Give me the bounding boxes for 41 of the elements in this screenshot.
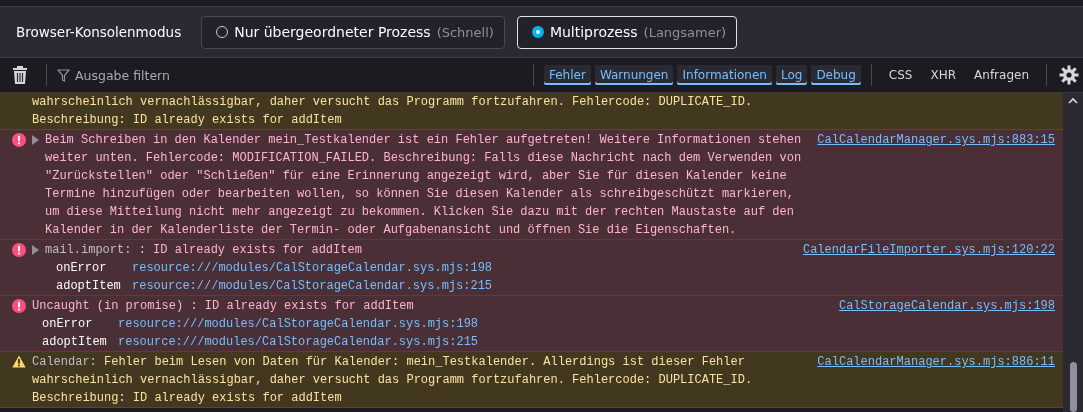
message-text: Uncaught (in promise) : ID already exists for addItem bbox=[32, 298, 415, 315]
trash-icon[interactable] bbox=[12, 65, 28, 85]
function-name: onError bbox=[42, 316, 94, 333]
level-filter-button[interactable]: Informationen bbox=[677, 65, 772, 85]
message-text: mail.import: : ID already exists for addItem bbox=[45, 242, 363, 259]
scrollbar[interactable] bbox=[1063, 93, 1083, 412]
error-icon bbox=[12, 133, 26, 147]
filter-icon bbox=[57, 68, 70, 82]
expand-arrow-icon[interactable] bbox=[32, 135, 39, 145]
mode-label: Browser-Konsolenmodus bbox=[16, 24, 182, 40]
filter-field[interactable]: Ausgabe filtern bbox=[75, 67, 295, 83]
level-filter-button[interactable]: Debug bbox=[811, 65, 861, 85]
scroll-up-icon[interactable] bbox=[1068, 97, 1078, 104]
function-name: onError bbox=[56, 260, 108, 277]
message-text: Calendar: Fehler beim Lesen von Daten für Kalender: mein_Testkalender. Allerdings ist dieser Fehler wahrscheinlich vernachlässigbar, daher versucht das Programm fortzufahren. Fehlercode: DUPLICATE_ID. Beschreibung: ID already exists for addItem bbox=[32, 354, 754, 407]
category-filter-button[interactable]: XHR bbox=[923, 65, 964, 85]
source-link[interactable]: CalStorageCalendar.sys.mjs:198 bbox=[834, 297, 1055, 315]
category-filter-button[interactable]: Anfragen bbox=[967, 65, 1036, 85]
settings-icon[interactable] bbox=[1059, 65, 1079, 85]
source-link[interactable]: CalCalendarManager.sys.mjs:886:11 bbox=[813, 353, 1055, 371]
expand-arrow-icon[interactable] bbox=[32, 245, 39, 255]
category-filter-button[interactable]: CSS bbox=[881, 65, 920, 85]
message-text: Beim Schreiben in den Kalender mein_Testkalender ist ein Fehler aufgetreten! Weitere Informationen stehen weiter unten. Fehlercode: MODIFICATION_FAILED. Beschreibung: Falls diese Nachricht nach dem Verwenden von "Zurückstellen" oder "Schließen" für eine Erinnerung angezeigt wird, aber Sie für diesen Kalender keine Termine hinzufügen oder bearbeiten wollen, so können Sie diesen Kalender als schreibgeschützt markieren, um diese Mitteilung nicht mehr angezeigt zu bekommen. Klicken Sie dazu mit der rechten Maustaste auf den Kalender in der Kalenderliste der Termin- oder Aufgabenansicht und öffnen Sie die Eigenschaften. bbox=[45, 132, 803, 239]
level-filter-button[interactable]: Log bbox=[775, 65, 808, 85]
message-text: wahrscheinlich vernachlässigbar, daher versucht das Programm fortzufahren. Fehlercode: DUPLICATE_ID. Beschreibung: ID already exists for addItem bbox=[32, 94, 754, 129]
mode-option[interactable]: Multiprozess (Langsamer) bbox=[516, 15, 738, 49]
stack-frame-link[interactable]: resource:///modules/CalStorageCalendar.sys.mjs:215 bbox=[118, 333, 479, 351]
function-name: adoptItem bbox=[56, 278, 120, 295]
mode-option[interactable]: Nur übergeordneter Prozess (Schnell) bbox=[201, 15, 505, 49]
source-link[interactable]: CalendarFileImporter.sys.mjs:120:22 bbox=[798, 241, 1055, 259]
warning-icon bbox=[12, 355, 26, 368]
source-link[interactable]: CalCalendarManager.sys.mjs:883:15 bbox=[813, 131, 1055, 149]
function-name: adoptItem bbox=[42, 334, 106, 351]
scrollbar-thumb[interactable] bbox=[1069, 362, 1077, 412]
level-filter-button[interactable]: Fehler bbox=[544, 65, 591, 85]
error-icon bbox=[12, 243, 26, 257]
error-icon bbox=[12, 299, 26, 313]
stack-frame-link[interactable]: resource:///modules/CalStorageCalendar.sys.mjs:198 bbox=[118, 315, 479, 333]
stack-frame-link[interactable]: resource:///modules/CalStorageCalendar.sys.mjs:198 bbox=[132, 259, 493, 277]
level-filter-button[interactable]: Warnungen bbox=[594, 65, 674, 85]
stack-frame-link[interactable]: resource:///modules/CalStorageCalendar.sys.mjs:215 bbox=[132, 277, 493, 295]
